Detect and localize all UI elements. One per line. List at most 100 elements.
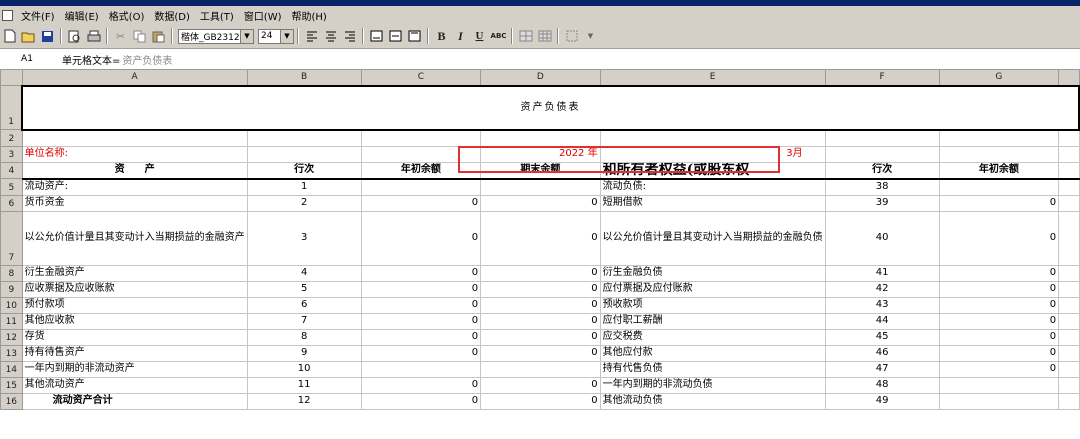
asset-line-no[interactable]: 3 [246,210,362,266]
liability-opening-value[interactable]: 0 [938,264,1060,282]
liability-line-no[interactable]: 38 [824,178,940,196]
chevron-down-icon[interactable]: ▼ [280,29,293,43]
merge-cells-icon[interactable] [517,28,534,45]
liability-opening-value[interactable]: 0 [938,210,1060,266]
row-header-4[interactable]: 4 [0,161,23,179]
asset-item-name[interactable]: 应收票据及应收账款 [21,280,248,298]
liability-opening-value[interactable] [938,178,1060,196]
print-preview-icon[interactable] [66,28,83,45]
valign-middle-icon[interactable] [387,28,404,45]
asset-opening-value[interactable]: 0 [360,328,482,346]
asset-line-no[interactable]: 12 [246,392,362,410]
header-line-no[interactable]: 行次 [246,161,362,180]
row-header-10[interactable]: 10 [0,296,23,314]
bold-button[interactable]: B [433,28,450,45]
empty-cell[interactable] [1058,280,1080,298]
liability-item-name[interactable]: 应付票据及应付账款 [599,280,826,298]
column-header-d[interactable]: D [480,69,601,86]
empty-cell[interactable] [1058,264,1080,282]
asset-line-no[interactable]: 7 [246,312,362,330]
asset-item-name[interactable]: 持有待售资产 [21,344,248,362]
asset-closing-value[interactable] [480,360,601,378]
row-header-11[interactable]: 11 [0,312,23,330]
asset-opening-value[interactable]: 0 [360,264,482,282]
column-header-a[interactable]: A [21,69,248,86]
liability-line-no[interactable]: 44 [824,312,940,330]
liability-opening-value[interactable]: 0 [938,296,1060,314]
asset-line-no[interactable]: 10 [246,360,362,378]
row-header-15[interactable]: 15 [0,376,23,394]
menu-data[interactable]: 数据(D) [149,8,195,23]
liability-item-name[interactable]: 流动负债: [599,178,826,196]
asset-closing-value[interactable]: 0 [480,194,601,212]
header-opening-balance-2[interactable]: 年初余额 [938,161,1060,180]
header-line-no-2[interactable]: 行次 [824,161,940,180]
empty-cell[interactable] [1058,210,1080,266]
row-header-14[interactable]: 14 [0,360,23,378]
liability-line-no[interactable]: 47 [824,360,940,378]
strikethrough-button[interactable]: ABC [490,28,507,45]
row-header-6[interactable]: 6 [0,194,23,212]
cell-text-input[interactable]: 资产负债表 [122,52,172,67]
save-icon[interactable] [39,28,56,45]
liability-line-no[interactable]: 48 [824,376,940,394]
liability-item-name[interactable]: 一年内到期的非流动负债 [599,376,826,394]
align-right-icon[interactable] [341,28,358,45]
asset-closing-value[interactable]: 0 [480,344,601,362]
menu-file[interactable]: 文件(F) [16,8,60,23]
chevron-down-icon[interactable]: ▼ [582,28,599,45]
liability-line-no[interactable]: 40 [824,210,940,266]
row-header-9[interactable]: 9 [0,280,23,298]
asset-opening-value[interactable]: 0 [360,312,482,330]
cut-icon[interactable]: ✂ [112,28,129,45]
asset-item-name[interactable]: 存货 [21,328,248,346]
underline-button[interactable]: U [471,28,488,45]
liability-line-no[interactable]: 39 [824,194,940,212]
empty-cell[interactable] [1058,312,1080,330]
asset-item-name[interactable]: 其他流动资产 [21,376,248,394]
menu-format[interactable]: 格式(O) [104,8,150,23]
asset-item-name[interactable]: 流动资产合计 [21,392,248,410]
asset-line-no[interactable]: 1 [246,178,362,196]
asset-closing-value[interactable]: 0 [480,312,601,330]
asset-opening-value[interactable]: 0 [360,296,482,314]
liability-opening-value[interactable] [938,392,1060,410]
grid-corner[interactable] [0,69,23,86]
header-liabilities-equity[interactable]: 和所有者权益(或股东权 [599,161,826,180]
asset-opening-value[interactable]: 0 [360,392,482,410]
header-asset[interactable]: 资 产 [21,161,248,180]
liability-item-name[interactable]: 以公允价值计量且其变动计入当期损益的金融负债 [599,210,826,266]
valign-top-icon[interactable] [406,28,423,45]
empty-cell[interactable] [1058,194,1080,212]
liability-item-name[interactable]: 短期借款 [599,194,826,212]
align-left-icon[interactable] [303,28,320,45]
liability-opening-value[interactable]: 0 [938,280,1060,298]
column-header-e[interactable]: E [599,69,826,86]
font-size-select[interactable]: 24 ▼ [258,28,294,44]
menu-edit[interactable]: 编辑(E) [60,8,104,23]
asset-closing-value[interactable]: 0 [480,376,601,394]
asset-item-name[interactable]: 预付款项 [21,296,248,314]
italic-button[interactable]: I [452,28,469,45]
asset-line-no[interactable]: 8 [246,328,362,346]
report-year[interactable]: 2022 年 [480,145,601,163]
row-header-1[interactable]: 1 [0,85,23,130]
asset-item-name[interactable]: 货币资金 [21,194,248,212]
empty-cell[interactable] [1058,392,1080,410]
row-header-16[interactable]: 16 [0,392,23,410]
asset-closing-value[interactable]: 0 [480,296,601,314]
border-icon[interactable] [563,28,580,45]
liability-line-no[interactable]: 45 [824,328,940,346]
asset-item-name[interactable]: 以公允价值计量且其变动计入当期损益的金融资产 [21,210,248,266]
asset-opening-value[interactable]: 0 [360,210,482,266]
liability-item-name[interactable]: 应交税费 [599,328,826,346]
asset-line-no[interactable]: 2 [246,194,362,212]
row-header-7[interactable]: 7 [0,210,23,266]
liability-line-no[interactable]: 46 [824,344,940,362]
paste-icon[interactable] [150,28,167,45]
liability-line-no[interactable]: 41 [824,264,940,282]
asset-line-no[interactable]: 6 [246,296,362,314]
liability-opening-value[interactable]: 0 [938,312,1060,330]
valign-bottom-icon[interactable] [368,28,385,45]
asset-line-no[interactable]: 11 [246,376,362,394]
